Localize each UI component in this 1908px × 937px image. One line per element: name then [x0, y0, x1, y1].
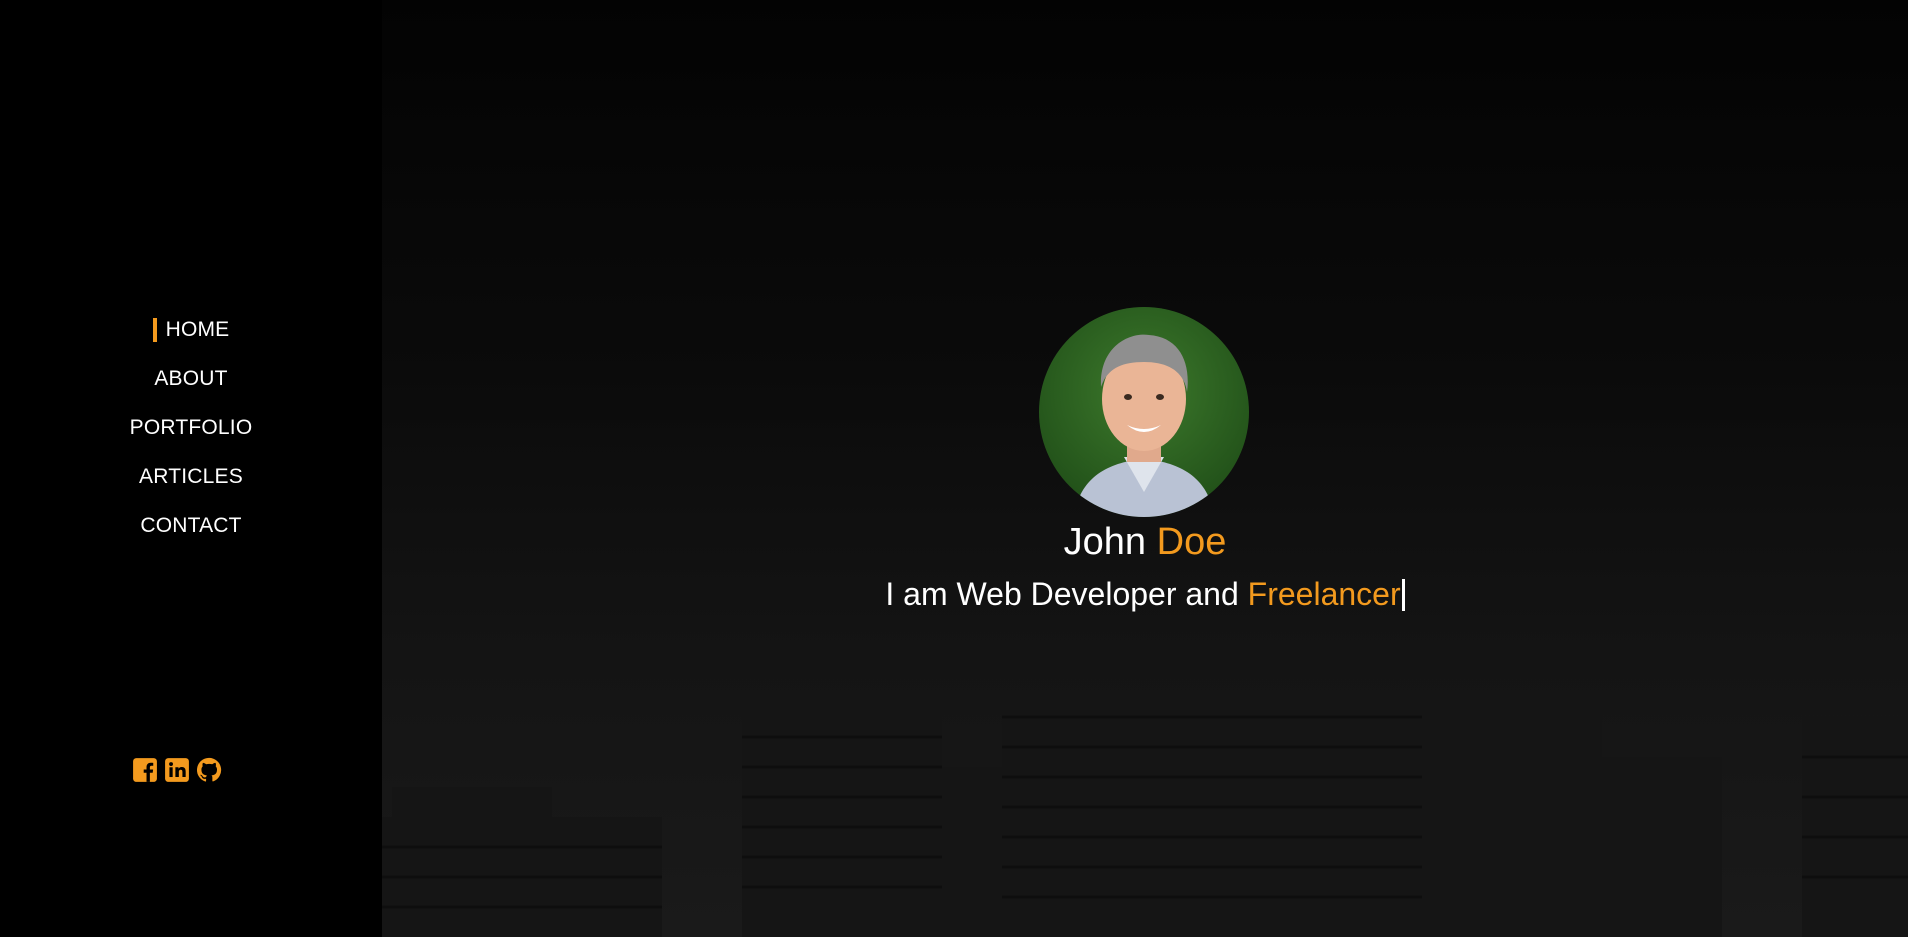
nav-item-articles: ARTICLES [0, 452, 382, 501]
page: HOME ABOUT PORTFOLIO ARTICLES CONTACT Jo… [0, 0, 1908, 937]
skyline-background [382, 647, 1908, 937]
nav-item-home: HOME [0, 305, 382, 354]
sidebar: HOME ABOUT PORTFOLIO ARTICLES CONTACT [0, 0, 382, 937]
nav-label: CONTACT [140, 513, 242, 537]
main-nav: HOME ABOUT PORTFOLIO ARTICLES CONTACT [0, 305, 382, 550]
nav-item-about: ABOUT [0, 354, 382, 403]
typing-cursor [1401, 579, 1405, 611]
tagline-prefix: I am Web Developer and [885, 576, 1239, 612]
nav-link-contact[interactable]: CONTACT [140, 514, 241, 538]
nav-link-portfolio[interactable]: PORTFOLIO [130, 416, 253, 440]
last-name: Doe [1156, 521, 1227, 563]
linkedin-icon[interactable] [164, 757, 190, 783]
hero-tagline: I am Web Developer and Freelancer [382, 570, 1908, 618]
hero-name: John Doe [382, 516, 1908, 568]
nav-item-contact: CONTACT [0, 501, 382, 550]
facebook-icon[interactable] [132, 757, 158, 783]
profile-photo [1039, 307, 1249, 517]
social-links [132, 757, 222, 783]
nav-item-portfolio: PORTFOLIO [0, 403, 382, 452]
tagline-highlight: Freelancer [1247, 576, 1401, 612]
nav-label: PORTFOLIO [129, 415, 253, 439]
nav-label: HOME [165, 317, 230, 341]
nav-link-articles[interactable]: ARTICLES [139, 465, 243, 489]
first-name: John [1063, 521, 1147, 563]
active-indicator [152, 317, 157, 342]
nav-link-about[interactable]: ABOUT [154, 367, 227, 391]
github-icon[interactable] [196, 757, 222, 783]
nav-label: ARTICLES [139, 464, 243, 488]
nav-label: ABOUT [154, 366, 228, 390]
nav-link-home[interactable]: HOME [152, 317, 230, 342]
